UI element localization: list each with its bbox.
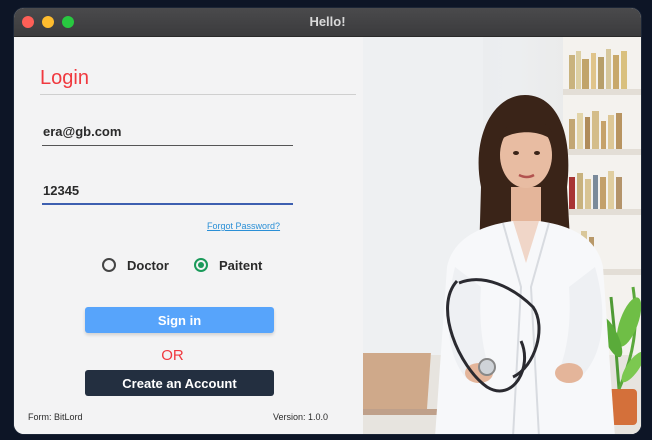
email-value: era@gb.com bbox=[43, 124, 122, 139]
heading-divider bbox=[40, 94, 356, 95]
version-label: Version: 1.0.0 bbox=[273, 412, 329, 422]
title-bar[interactable]: Hello! bbox=[14, 8, 641, 37]
password-value: 12345 bbox=[43, 183, 80, 198]
radio-patient[interactable]: Paitent bbox=[194, 256, 262, 274]
email-underline bbox=[42, 145, 293, 146]
login-heading: Login bbox=[40, 67, 89, 89]
create-account-button[interactable]: Create an Account bbox=[85, 370, 274, 396]
radio-circle-doctor[interactable] bbox=[102, 258, 116, 272]
sign-in-button[interactable]: Sign in bbox=[85, 307, 274, 333]
app-window: Hello! Login era@gb.com 12345 Forgot Pas… bbox=[14, 8, 641, 434]
forgot-password-link[interactable]: Forgot Password? bbox=[207, 221, 280, 231]
radio-label-doctor: Doctor bbox=[127, 257, 169, 273]
email-field[interactable]: era@gb.com bbox=[42, 118, 293, 146]
or-separator: OR bbox=[161, 347, 184, 364]
window-title: Hello! bbox=[309, 14, 346, 29]
password-field[interactable]: 12345 bbox=[42, 177, 293, 205]
login-form: Login era@gb.com 12345 Forgot Password? … bbox=[14, 37, 363, 434]
form-footer-label: Form: BitLord bbox=[28, 412, 83, 422]
radio-circle-patient[interactable] bbox=[194, 258, 208, 272]
doctor-illustration bbox=[363, 37, 641, 434]
radio-doctor[interactable]: Doctor bbox=[102, 256, 169, 274]
password-underline bbox=[42, 203, 293, 205]
doctor-photo bbox=[363, 37, 641, 434]
radio-label-patient: Paitent bbox=[219, 257, 263, 273]
